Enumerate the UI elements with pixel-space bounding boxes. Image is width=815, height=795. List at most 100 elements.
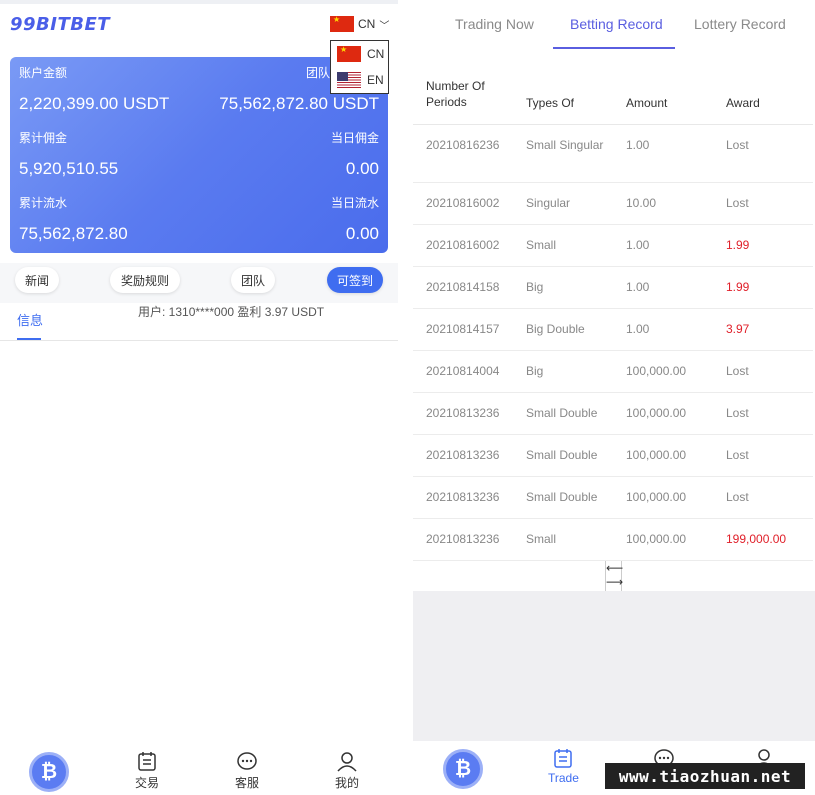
screenshot-root: 99BITBET CN ﹀ CN EN 账户金额 2,220,399.00 US…	[0, 0, 815, 795]
language-option-label: CN	[367, 47, 385, 61]
column-header-amount: Amount	[626, 96, 668, 110]
cell-amount: 1.00	[626, 138, 650, 152]
check-in-button[interactable]: 可签到	[327, 267, 383, 293]
chat-bubble-icon	[237, 752, 257, 770]
cell-amount: 100,000.00	[626, 532, 687, 546]
cell-award: Lost	[726, 448, 749, 462]
bitcoin-logo-icon[interactable]: ₿	[443, 749, 483, 789]
tab-trade[interactable]: 交易	[135, 752, 159, 791]
news-button[interactable]: 新闻	[15, 267, 59, 293]
cell-type: Singular	[526, 196, 571, 210]
tab-active-indicator	[553, 47, 675, 49]
column-header-types: Types Of	[526, 96, 575, 110]
china-flag-icon	[330, 15, 354, 32]
language-option-en[interactable]: EN	[331, 67, 388, 93]
cell-period: 20210814157	[426, 322, 500, 336]
table-header: Number Of Periods Types Of Amount Award	[413, 70, 813, 125]
table-row: 20210814158 Big 1.00 1.99	[413, 267, 813, 309]
cell-type: Big	[526, 280, 544, 294]
flow-value: 75,562,872.80	[19, 224, 128, 243]
commission-label: 累计佣金	[19, 131, 68, 145]
cell-amount: 100,000.00	[626, 406, 687, 420]
language-option-label: EN	[367, 73, 384, 87]
table-row: 20210814157 Big Double 1.00 3.97	[413, 309, 813, 351]
cell-award: Lost	[726, 138, 749, 152]
table-row: 20210813236 Small Double 100,000.00 Lost	[413, 393, 813, 435]
winner-marquee: 用户: 1310****000 盈利 3.97 USDT	[138, 305, 325, 319]
table-row: 20210813236 Small 100,000.00 199,000.00	[413, 519, 813, 561]
language-dropdown: CN EN	[330, 40, 389, 94]
tab-label: 我的	[335, 776, 360, 790]
cell-award: Lost	[726, 364, 749, 378]
cell-period: 20210814158	[426, 280, 500, 294]
table-row: 20210816236 Small Singular 1.00 Lost	[413, 125, 813, 183]
pagination: ⟵ ⟶	[605, 561, 623, 591]
tab-customer-service[interactable]: 客服	[235, 752, 259, 791]
cell-type: Big	[526, 364, 544, 378]
cell-period: 20210816236	[426, 138, 500, 152]
balance-label: 账户金额	[19, 66, 68, 80]
flow-label: 累计流水	[19, 196, 68, 210]
tab-lottery-record[interactable]: Lottery Record	[694, 16, 786, 32]
cell-period: 20210814004	[426, 364, 500, 378]
cell-period: 20210813236	[426, 406, 500, 420]
team-label: 团队	[306, 66, 331, 80]
cell-amount: 1.00	[626, 322, 650, 336]
table-row: 20210813236 Small Double 100,000.00 Lost	[413, 477, 813, 519]
bitcoin-logo-icon[interactable]: ₿	[29, 752, 69, 792]
tab-profile[interactable]: 我的	[335, 752, 359, 791]
tab-label: 客服	[235, 776, 260, 790]
site-watermark: www.tiaozhuan.net	[605, 763, 805, 789]
balance-value: 2,220,399.00 USDT	[19, 94, 170, 113]
column-header-award: Award	[726, 96, 760, 110]
cell-amount: 100,000.00	[626, 364, 687, 378]
next-page-arrow-icon[interactable]: ⟶	[606, 575, 623, 589]
team-value: 75,562,872.80 USDT	[219, 94, 379, 113]
cell-award: 3.97	[726, 322, 750, 336]
language-selector[interactable]: CN ﹀	[330, 15, 389, 32]
cell-type: Small	[526, 238, 557, 252]
cell-amount: 1.00	[626, 280, 650, 294]
reward-rules-button[interactable]: 奖励规则	[110, 267, 180, 293]
cell-period: 20210813236	[426, 532, 500, 546]
section-divider	[0, 340, 398, 341]
team-button[interactable]: 团队	[231, 267, 275, 293]
cell-award: Lost	[726, 406, 749, 420]
table-row: 20210816002 Singular 10.00 Lost	[413, 183, 813, 225]
cell-type: Small	[526, 532, 557, 546]
china-flag-icon	[337, 45, 361, 62]
cell-period: 20210816002	[426, 238, 500, 252]
commission-value: 5,920,510.55	[19, 159, 119, 178]
cell-type: Small Singular	[526, 138, 604, 152]
trade-icon	[138, 752, 156, 771]
table-row: 20210813236 Small Double 100,000.00 Lost	[413, 435, 813, 477]
cell-award: Lost	[726, 196, 749, 210]
tab-betting-record[interactable]: Betting Record	[570, 16, 663, 32]
today-flow-label: 当日流水	[330, 196, 379, 210]
cell-period: 20210816002	[426, 196, 500, 210]
cell-period: 20210813236	[426, 448, 500, 462]
tab-info[interactable]: 信息	[17, 310, 43, 329]
us-flag-icon	[337, 72, 361, 88]
quick-actions: 新闻 奖励规则 团队 可签到	[0, 263, 398, 303]
user-icon	[337, 752, 357, 772]
language-option-cn[interactable]: CN	[331, 41, 388, 67]
cell-award: 1.99	[726, 280, 750, 294]
cell-award: Lost	[726, 490, 749, 504]
top-divider	[0, 0, 398, 4]
cell-award: 199,000.00	[726, 532, 787, 546]
cell-type: Small Double	[526, 448, 598, 462]
tab-trade[interactable]: Trade	[548, 749, 579, 785]
language-current: CN	[358, 17, 376, 31]
tab-trading-now[interactable]: Trading Now	[455, 16, 534, 32]
today-commission-value: 0.00	[345, 159, 379, 178]
bottom-tabbar: ₿ 交易 客服 我的	[0, 742, 398, 795]
app-logo[interactable]: 99BITBET	[10, 14, 110, 35]
tab-label: Trade	[548, 771, 579, 785]
trade-icon	[554, 749, 573, 768]
prev-page-arrow-icon[interactable]: ⟵	[606, 561, 623, 575]
today-commission-label: 当日佣金	[330, 131, 379, 145]
cell-amount: 100,000.00	[626, 448, 687, 462]
today-flow-value: 0.00	[345, 224, 379, 243]
home-screen: 99BITBET CN ﹀ CN EN 账户金额 2,220,399.00 US…	[0, 0, 398, 795]
